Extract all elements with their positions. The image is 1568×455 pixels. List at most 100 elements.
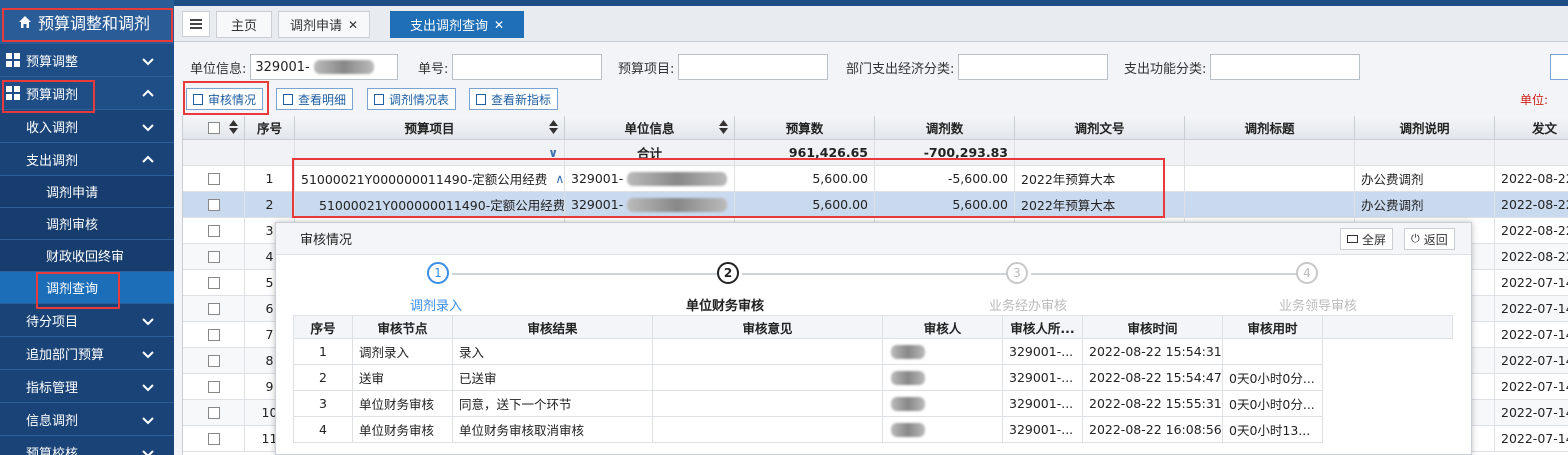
- col-header[interactable]: 序号: [245, 116, 295, 140]
- chevron-up-icon: [142, 89, 154, 97]
- new-index-button[interactable]: 查看新指标: [469, 88, 559, 110]
- audit-cell: [653, 339, 883, 365]
- row-checkbox-cell[interactable]: [183, 322, 245, 348]
- sidebar-brand[interactable]: 预算调整和调剂: [0, 0, 174, 44]
- sidebar-item-3[interactable]: 支出调剂: [0, 143, 174, 176]
- audit-cell-text: 已送审: [459, 371, 497, 386]
- audit-col-header: [1323, 315, 1453, 339]
- sidebar-item-9[interactable]: 追加部门预算: [0, 337, 174, 370]
- row-checkbox[interactable]: [207, 224, 220, 237]
- query-button[interactable]: [1550, 54, 1568, 80]
- step-connector: [742, 273, 1023, 275]
- select-all-header[interactable]: [183, 116, 245, 140]
- sort-icon[interactable]: [549, 119, 558, 135]
- sidebar-item-4[interactable]: 调剂申请: [0, 176, 174, 208]
- table-cell: 2022-08-22: [1495, 166, 1568, 192]
- workflow-steps: 1 调剂录入 2 单位财务审核 3 业务经办审核 4 业务领导审核: [276, 255, 1473, 314]
- chevron-down-icon: [142, 351, 154, 359]
- chevron-down-icon[interactable]: ∨: [548, 146, 558, 160]
- row-checkbox[interactable]: [207, 328, 220, 341]
- fullscreen-button[interactable]: 全屏: [1340, 228, 1394, 250]
- sidebar-item-10[interactable]: 指标管理: [0, 370, 174, 403]
- col-header[interactable]: 调剂标题: [1185, 116, 1355, 140]
- review-button[interactable]: 审核情况: [186, 88, 264, 110]
- econ-input[interactable]: [958, 54, 1109, 80]
- chevron-down-icon: [142, 450, 154, 455]
- row-checkbox[interactable]: [207, 172, 220, 185]
- col-header[interactable]: 单位信息: [565, 116, 735, 140]
- sort-icon[interactable]: [229, 119, 238, 135]
- sidebar-item-5[interactable]: 调剂审核: [0, 208, 174, 240]
- tab-home[interactable]: 主页: [216, 11, 272, 38]
- row-checkbox[interactable]: [207, 406, 220, 419]
- sidebar-item-label: 待分项目: [26, 314, 79, 330]
- audit-cell: 调剂录入: [353, 339, 453, 365]
- back-button[interactable]: ⏻ 返回: [1404, 228, 1455, 250]
- status-table-button[interactable]: 调剂情况表: [367, 88, 457, 110]
- sidebar-item-7[interactable]: 调剂查询: [0, 272, 174, 304]
- total-cell: [245, 140, 295, 166]
- col-header-label: 预算数: [785, 121, 824, 136]
- chevron-up-icon[interactable]: ∧: [555, 171, 564, 186]
- row-checkbox-cell[interactable]: [183, 218, 245, 244]
- tab-adjust-apply[interactable]: 调剂申请 ✕: [278, 11, 370, 38]
- audit-cell-text: 329001-...: [1009, 344, 1074, 359]
- close-icon[interactable]: ✕: [348, 18, 358, 32]
- sidebar-item-1[interactable]: 预算调剂: [0, 77, 174, 110]
- audit-cell-text: 0天0小时13...: [1229, 423, 1311, 438]
- row-checkbox-cell[interactable]: [183, 348, 245, 374]
- close-icon[interactable]: ✕: [494, 18, 504, 32]
- col-header-label: 调剂数: [925, 121, 964, 136]
- detail-button[interactable]: 查看明细: [276, 88, 354, 110]
- select-all-checkbox[interactable]: [207, 121, 220, 134]
- grid-icon: [6, 53, 20, 67]
- col-header[interactable]: 调剂数: [875, 116, 1015, 140]
- col-header[interactable]: 调剂文号: [1015, 116, 1185, 140]
- audit-cell-text: 送审: [359, 371, 385, 386]
- sidebar-item-8[interactable]: 待分项目: [0, 304, 174, 337]
- row-checkbox-cell[interactable]: [183, 374, 245, 400]
- row-checkbox-cell[interactable]: [183, 296, 245, 322]
- col-header[interactable]: 调剂说明: [1355, 116, 1495, 140]
- row-checkbox-cell[interactable]: [183, 426, 245, 452]
- audit-cell: 2022-08-22 16:08:56: [1083, 417, 1223, 443]
- row-checkbox[interactable]: [207, 354, 220, 367]
- sort-icon[interactable]: [719, 119, 728, 135]
- cell-text: 2022-08-22: [1501, 223, 1568, 238]
- row-checkbox-cell[interactable]: [183, 166, 245, 192]
- row-checkbox[interactable]: [207, 380, 220, 393]
- unit-input[interactable]: 329001-: [250, 54, 399, 80]
- row-checkbox[interactable]: [207, 198, 220, 211]
- col-header[interactable]: 发文: [1495, 116, 1568, 140]
- cell-text: 2022-07-14: [1501, 405, 1568, 420]
- filter-label: 预算项目:: [618, 61, 675, 77]
- total-cell: [183, 140, 245, 166]
- row-checkbox-cell[interactable]: [183, 244, 245, 270]
- func-input[interactable]: [1210, 54, 1361, 80]
- audit-cell: 329001-...: [1003, 339, 1083, 365]
- power-icon: ⏻: [1411, 232, 1420, 245]
- menu-icon: [190, 19, 202, 29]
- tab-expense-query[interactable]: 支出调剂查询 ✕: [390, 11, 524, 38]
- step-label: 调剂录入: [410, 299, 463, 314]
- project-input[interactable]: [678, 54, 829, 80]
- cell-text: 2: [265, 197, 274, 212]
- row-checkbox-cell[interactable]: [183, 192, 245, 218]
- row-checkbox-cell[interactable]: [183, 400, 245, 426]
- sidebar-item-2[interactable]: 收入调剂: [0, 110, 174, 143]
- sidebar-item-0[interactable]: 预算调整: [0, 44, 174, 77]
- audit-col-header: 审核人所...: [1003, 315, 1083, 339]
- sidebar-item-11[interactable]: 信息调剂: [0, 403, 174, 436]
- menu-toggle-button[interactable]: [182, 11, 210, 37]
- sidebar-item-12[interactable]: 预算校核: [0, 436, 174, 455]
- row-checkbox[interactable]: [207, 250, 220, 263]
- table-cell: 2022年预算大本: [1015, 166, 1185, 192]
- col-header[interactable]: 预算项目: [295, 116, 565, 140]
- row-checkbox[interactable]: [207, 432, 220, 445]
- col-header[interactable]: 预算数: [735, 116, 875, 140]
- doc-input[interactable]: [452, 54, 603, 80]
- row-checkbox[interactable]: [207, 302, 220, 315]
- row-checkbox-cell[interactable]: [183, 270, 245, 296]
- row-checkbox[interactable]: [207, 276, 220, 289]
- sidebar-item-6[interactable]: 财政收回终审: [0, 240, 174, 272]
